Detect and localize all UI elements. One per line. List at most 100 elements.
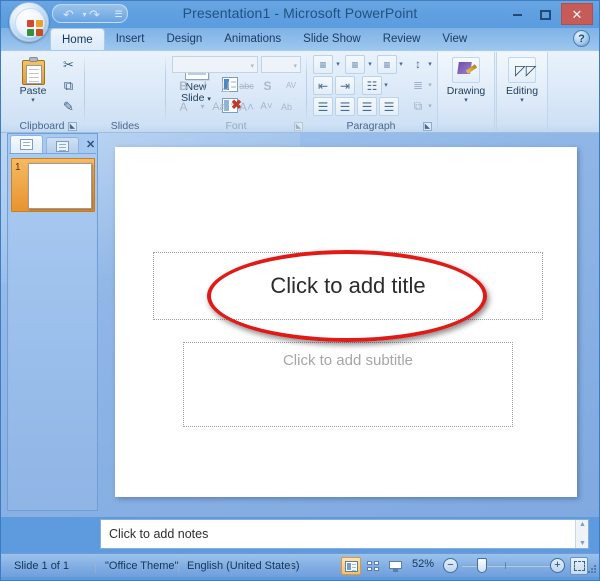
group-label-paragraph: Paragraph (346, 120, 396, 132)
status-bar: Slide 1 of 1 "Office Theme" English (Uni… (0, 553, 600, 577)
drawing-button[interactable]: Drawing ▾ (440, 53, 492, 117)
chevron-down-icon: ▾ (399, 61, 403, 68)
normal-view-icon (344, 561, 358, 572)
underline-button[interactable]: U (215, 76, 236, 96)
ribbon-group-clipboard: Paste ▾ ✂ ⧉ ✎ Clipboard ◣ (0, 51, 84, 133)
customize-qat-icon[interactable]: ☰ (111, 7, 126, 22)
tab-animations[interactable]: Animations (213, 28, 292, 50)
strikethrough-button[interactable]: abc (236, 76, 257, 96)
status-divider (291, 558, 292, 573)
view-button-slide-show[interactable] (385, 557, 405, 575)
group-label-font: Font (225, 120, 247, 132)
notes-scrollbar[interactable]: ▲ ▼ (575, 520, 588, 548)
minimize-button[interactable] (505, 4, 529, 24)
font-dialog-launcher[interactable]: ◣ (294, 122, 303, 131)
status-theme[interactable]: "Office Theme" (105, 558, 178, 574)
editing-button[interactable]: ◸◸ Editing ▾ (497, 53, 547, 117)
ribbon: Paste ▾ ✂ ⧉ ✎ Clipboard ◣ ✦ New Slide ▾ (0, 50, 600, 133)
help-icon[interactable]: ? (573, 30, 590, 47)
drawing-icon (452, 57, 480, 83)
line-spacing-button[interactable]: ≡ (377, 55, 397, 74)
subtitle-placeholder[interactable]: Click to add subtitle (183, 342, 513, 427)
grow-font-button[interactable]: A˄ (236, 97, 257, 117)
clear-formatting-button[interactable]: Ab (276, 97, 297, 117)
maximize-button[interactable] (533, 4, 557, 24)
outline-tab[interactable] (46, 137, 79, 154)
slides-pane-body: 1 (9, 153, 96, 509)
redo-icon[interactable]: ↷ (87, 7, 102, 22)
view-button-slide-sorter[interactable] (363, 557, 383, 575)
ribbon-tabs: Home Insert Design Animations Slide Show… (50, 28, 478, 50)
tab-review[interactable]: Review (372, 28, 432, 50)
title-placeholder[interactable]: Click to add title (153, 252, 543, 320)
status-language[interactable]: English (United States) (187, 558, 300, 574)
notes-pane[interactable]: Click to add notes ▲ ▼ (100, 519, 589, 549)
outline-tab-icon (56, 141, 69, 152)
view-button-normal[interactable] (341, 557, 361, 575)
format-painter-icon[interactable]: ✎ (58, 97, 79, 117)
font-name-input[interactable]: ▾ (172, 56, 258, 73)
change-case-button[interactable]: Aa (204, 97, 234, 117)
zoom-level: 52% (412, 558, 435, 570)
chevron-down-icon: ▾ (520, 97, 524, 104)
undo-icon[interactable]: ↶ (61, 7, 76, 22)
group-label-slides: Slides (110, 120, 140, 132)
drawing-label: Drawing (446, 85, 486, 97)
resize-grip[interactable] (587, 565, 597, 574)
bullets-button[interactable]: ≡ (313, 55, 333, 74)
slide-sorter-icon (366, 561, 380, 572)
copy-icon[interactable]: ⧉ (58, 76, 79, 96)
justify-button[interactable]: ☰ (379, 97, 399, 116)
zoom-in-button[interactable]: + (550, 558, 565, 573)
slide-show-icon (388, 561, 402, 572)
ribbon-group-font: ▾ ▾ B I U abc S AV A ▾ Aa A˄ A˅ Ab Font … (166, 51, 306, 133)
zoom-slider-track[interactable] (462, 565, 550, 567)
paragraph-dialog-launcher[interactable]: ◣ (423, 122, 432, 131)
font-color-button[interactable]: A (173, 97, 194, 117)
tab-slide-show[interactable]: Slide Show (292, 28, 372, 50)
chevron-down-icon: ▾ (250, 63, 254, 70)
align-left-button[interactable]: ☰ (313, 97, 333, 116)
slide-thumbnail-preview (28, 163, 92, 209)
shrink-font-button[interactable]: A˅ (256, 97, 277, 117)
bold-button[interactable]: B (173, 76, 194, 96)
clipboard-dialog-launcher[interactable]: ◣ (68, 122, 77, 131)
maximize-icon (539, 9, 551, 20)
tab-design[interactable]: Design (155, 28, 213, 50)
tab-home[interactable]: Home (50, 28, 105, 50)
italic-button[interactable]: I (194, 76, 215, 96)
paste-icon (20, 57, 47, 85)
font-size-input[interactable]: ▾ (261, 56, 301, 73)
character-spacing-button[interactable]: AV (276, 76, 306, 96)
chevron-down-icon: ▾ (336, 61, 340, 68)
zoom-out-button[interactable]: − (443, 558, 458, 573)
paste-button[interactable]: Paste ▾ (12, 54, 54, 116)
cut-icon[interactable]: ✂ (58, 55, 79, 75)
close-pane-icon[interactable]: ✕ (86, 138, 95, 151)
paste-label: Paste (19, 85, 47, 97)
slide-thumbnail-item[interactable]: 1 (11, 158, 95, 212)
slides-tab[interactable] (10, 135, 43, 154)
zoom-slider-midtick (505, 562, 506, 569)
center-button[interactable]: ☰ (335, 97, 355, 116)
scroll-up-icon[interactable]: ▲ (578, 521, 587, 528)
numbering-button[interactable]: ≡ (345, 55, 365, 74)
tab-insert[interactable]: Insert (105, 28, 156, 50)
text-shadow-button[interactable]: S (257, 76, 278, 96)
increase-indent-button[interactable]: ⇥ (335, 76, 355, 95)
subtitle-placeholder-text: Click to add subtitle (282, 352, 414, 369)
zoom-slider-thumb[interactable] (477, 558, 487, 573)
align-right-button[interactable]: ☰ (357, 97, 377, 116)
chevron-down-icon: ▾ (428, 103, 432, 110)
close-button[interactable]: ✕ (561, 3, 593, 25)
columns-button[interactable]: ☷ (362, 76, 382, 95)
scroll-down-icon[interactable]: ▼ (578, 540, 587, 547)
fit-to-window-button[interactable] (570, 557, 588, 575)
status-slide-count: Slide 1 of 1 (14, 560, 70, 572)
minimize-icon (512, 13, 522, 16)
office-button[interactable] (9, 2, 49, 42)
decrease-indent-button[interactable]: ⇤ (313, 76, 333, 95)
slide-canvas[interactable]: Click to add title Click to add subtitle (115, 147, 577, 497)
chevron-down-icon: ▾ (428, 61, 432, 68)
tab-view[interactable]: View (431, 28, 478, 50)
